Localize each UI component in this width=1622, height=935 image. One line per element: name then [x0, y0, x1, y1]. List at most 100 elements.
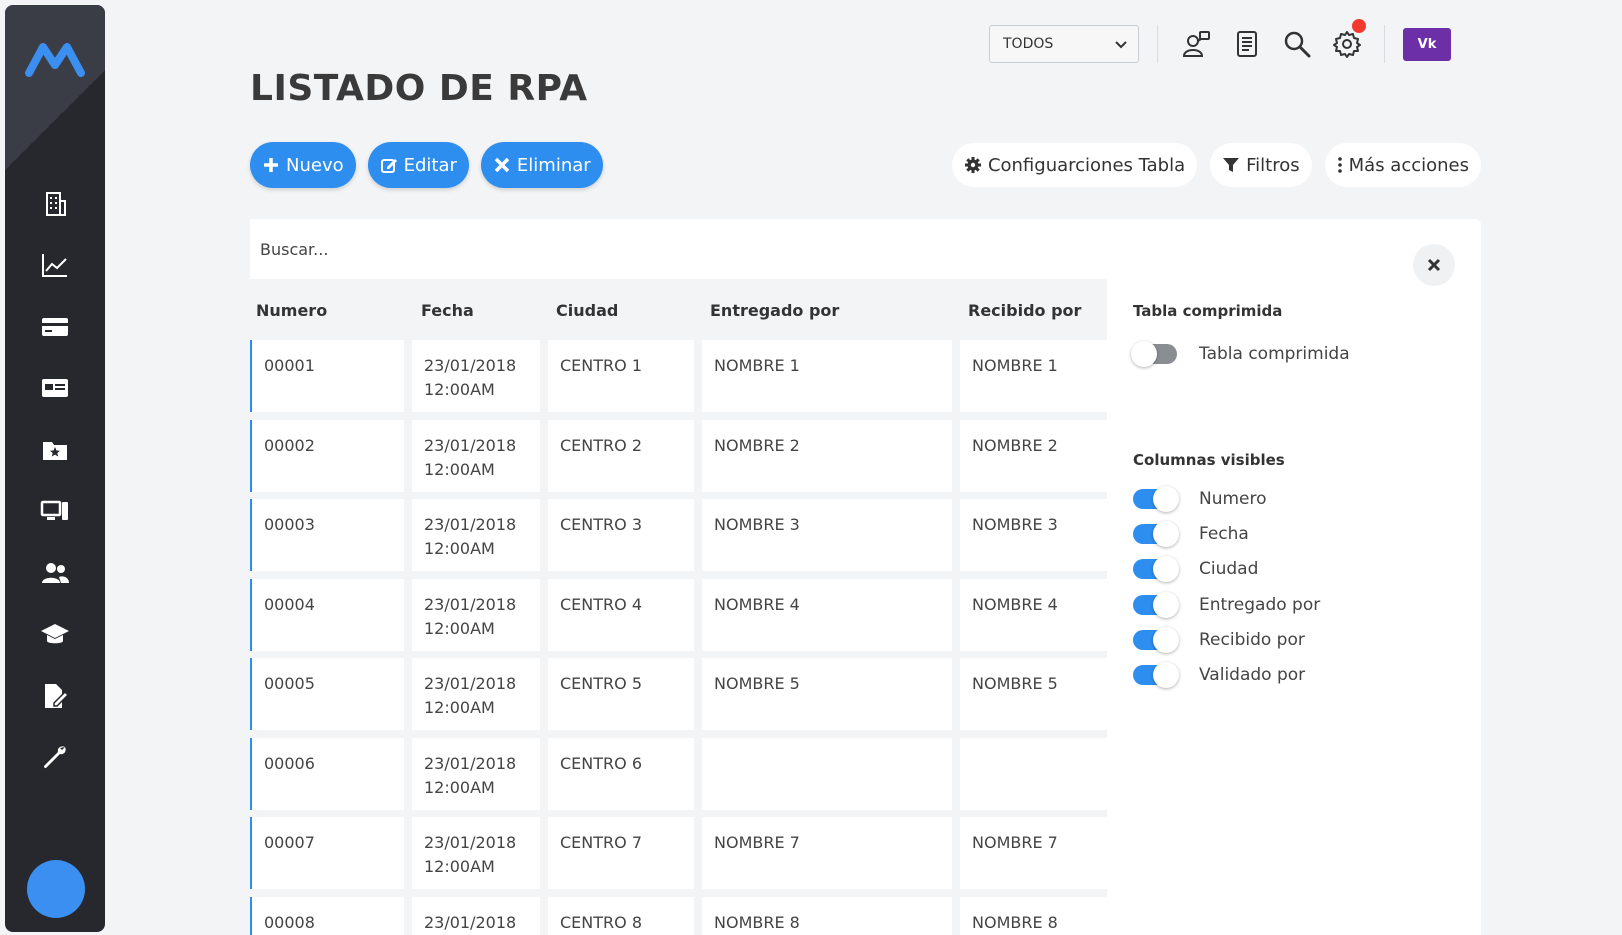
sidebar-item-users[interactable] [5, 542, 105, 604]
search-button[interactable] [1272, 25, 1322, 63]
cell-ciudad: CENTRO 7 [548, 817, 694, 889]
cell-ciudad: CENTRO 3 [548, 499, 694, 571]
column-header-ciudad[interactable]: Ciudad [556, 301, 618, 320]
building-icon [46, 191, 66, 216]
cell-entregado: NOMBRE 7 [702, 817, 952, 889]
column-toggle-row: Ciudad [1133, 556, 1258, 583]
column-header-recibido[interactable]: Recibido por [968, 301, 1081, 320]
cell-fecha: 23/01/2018 12:00AM [412, 340, 540, 412]
page-title: LISTADO DE RPA [250, 68, 588, 109]
new-button[interactable]: Nuevo [250, 142, 356, 188]
column-visibility-toggle[interactable] [1133, 626, 1179, 653]
app-logo[interactable] [25, 41, 85, 77]
user-network-button[interactable] [1172, 25, 1222, 63]
sidebar-item-ids[interactable] [5, 358, 105, 420]
filters-label: Filtros [1246, 154, 1300, 176]
table-row[interactable]: 00003 23/01/2018 12:00AM CENTRO 3 NOMBRE 3 NO… [250, 499, 1107, 571]
column-visibility-toggle[interactable] [1133, 486, 1179, 512]
cell-entregado: NOMBRE 1 [702, 340, 952, 412]
settings-button[interactable] [1322, 19, 1372, 63]
table-row[interactable]: 00001 23/01/2018 12:00AM CENTRO 1 NOMBRE 1 NO… [250, 340, 1107, 412]
column-toggle-row: Recibido por [1133, 626, 1305, 653]
cell-fecha-time: 12:00AM [424, 380, 495, 399]
sidebar-nav [5, 173, 105, 788]
column-visibility-toggle[interactable] [1133, 556, 1179, 583]
notification-dot [1352, 19, 1366, 33]
sidebar-item-favorites[interactable] [5, 419, 105, 481]
close-icon [494, 157, 510, 173]
more-actions-label: Más acciones [1348, 154, 1469, 176]
document-list-button[interactable] [1222, 25, 1272, 63]
column-header-fecha[interactable]: Fecha [421, 301, 474, 320]
column-visibility-toggle[interactable] [1133, 591, 1179, 618]
column-toggle-label: Validado por [1199, 665, 1306, 685]
sidebar-item-payments[interactable] [5, 296, 105, 358]
edit-button[interactable]: Editar [367, 142, 469, 188]
column-header-entregado[interactable]: Entregado por [710, 301, 839, 320]
cell-entregado [702, 737, 952, 810]
table-row[interactable]: 00006 23/01/2018 12:00AM CENTRO 6 [250, 737, 1107, 810]
column-toggle-label: Recibido por [1199, 629, 1305, 650]
table-row[interactable]: 00002 23/01/2018 12:00AM CENTRO 2 NOMBRE 2 NO… [250, 419, 1107, 492]
cell-recibido: NOMBRE 7 [960, 817, 1107, 889]
cell-recibido: NOMBRE 5 [960, 658, 1107, 730]
gear-icon [964, 157, 981, 173]
column-visibility-toggle[interactable] [1133, 521, 1179, 548]
list-panel: Numero Fecha Ciudad Entregado por Recibi… [250, 219, 1481, 935]
more-actions-button[interactable]: Más acciones [1324, 143, 1481, 187]
column-visibility-toggle[interactable] [1133, 662, 1179, 688]
chevron-down-icon [1115, 41, 1127, 49]
table-config-button[interactable]: Configuarciones Tabla [951, 143, 1198, 187]
cell-ciudad: CENTRO 6 [548, 737, 694, 810]
filter-select[interactable]: TODOS [989, 25, 1139, 63]
cell-numero: 00008 [250, 896, 404, 935]
toggle-knob [1153, 662, 1179, 688]
cell-fecha-time: 12:00AM [424, 777, 495, 797]
column-toggle-label: Numero [1199, 489, 1267, 509]
toggle-knob [1153, 486, 1179, 512]
sidebar-item-education[interactable] [5, 604, 105, 666]
table-row[interactable]: 00007 23/01/2018 12:00AM CENTRO 7 NOMBRE 7 NO… [250, 817, 1107, 889]
sidebar-item-analytics[interactable] [5, 235, 105, 297]
cell-recibido: NOMBRE 3 [960, 499, 1107, 571]
delete-button[interactable]: Eliminar [480, 142, 603, 188]
search-input[interactable] [260, 239, 1060, 259]
cell-recibido: NOMBRE 8 [960, 896, 1107, 935]
cell-ciudad: CENTRO 8 [548, 896, 694, 935]
cell-entregado: NOMBRE 8 [702, 896, 952, 935]
sidebar-item-documents[interactable] [5, 665, 105, 727]
credit-card-icon [42, 317, 68, 336]
sidebar-avatar[interactable] [27, 860, 85, 918]
plus-icon [264, 158, 278, 172]
sidebar-item-settings[interactable] [5, 727, 105, 789]
user-avatar-button[interactable]: Vk [1403, 27, 1451, 61]
close-panel-button[interactable] [1413, 244, 1455, 286]
cell-recibido [960, 737, 1107, 810]
cell-fecha-date: 23/01/2018 [424, 515, 517, 534]
sidebar-item-devices[interactable] [5, 481, 105, 543]
sidebar-item-buildings[interactable] [5, 173, 105, 235]
column-header-numero[interactable]: Numero [256, 301, 327, 320]
cell-recibido: NOMBRE 2 [960, 419, 1107, 492]
divider [1384, 25, 1385, 63]
cell-fecha: 23/01/2018 12:00AM [412, 578, 540, 651]
id-card-icon [42, 379, 68, 398]
table-row[interactable]: 00008 23/01/2018 CENTRO 8 NOMBRE 8 NOMBRE 8 [250, 896, 1107, 935]
table-header: Numero Fecha Ciudad Entregado por Recibi… [250, 279, 1107, 343]
toggle-knob [1153, 521, 1179, 548]
cell-numero: 00003 [250, 499, 404, 571]
table-row[interactable]: 00005 23/01/2018 12:00AM CENTRO 5 NOMBRE 5 NO… [250, 658, 1107, 730]
table-row[interactable]: 00004 23/01/2018 12:00AM CENTRO 4 NOMBRE 4 NO… [250, 578, 1107, 651]
cell-fecha: 23/01/2018 12:00AM [412, 737, 540, 810]
compressed-table-toggle[interactable] [1131, 341, 1177, 367]
cell-entregado: NOMBRE 2 [702, 419, 952, 492]
primary-actions: Nuevo Editar Eliminar [250, 142, 603, 188]
filter-select-value: TODOS [1003, 36, 1054, 52]
cell-fecha-time: 12:00AM [424, 857, 495, 876]
cell-fecha-time: 12:00AM [424, 618, 495, 638]
cell-fecha-time: 12:00AM [424, 539, 495, 558]
visible-columns-title: Columnas visibles [1133, 451, 1285, 469]
sidebar [5, 5, 105, 932]
filters-button[interactable]: Filtros [1210, 143, 1312, 187]
cell-fecha: 23/01/2018 12:00AM [412, 817, 540, 889]
